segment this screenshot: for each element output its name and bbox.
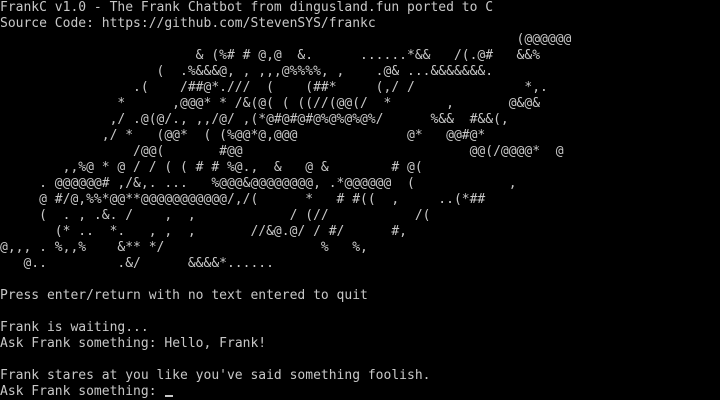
ascii-art-row: .( /##@*./// ( (##* (,/ / *,. — [0, 80, 548, 95]
ascii-art-row: ( . , .&. / , , / (// /( — [0, 208, 431, 223]
frank-status: Frank is waiting... — [0, 320, 149, 335]
previous-exchange: Ask Frank something: Hello, Frank! — [0, 336, 720, 352]
ascii-art-row: & (%# # @,@ &. ......*&& /(.@# &&% — [0, 48, 541, 63]
ascii-art-row: @ #/@,%%*@@**@@@@@@@@@@@/,/( * # #(( , .… — [0, 192, 486, 207]
source-code-line: Source Code: https://github.com/StevenSY… — [0, 16, 376, 31]
ask-prompt-label: Ask Frank something: — [0, 336, 165, 351]
ascii-art-row: ,/ .@(@/., ,,/@/ ,(*@#@#@#@%@%@%@%/ %&& … — [0, 112, 509, 127]
ask-prompt-label: Ask Frank something: — [0, 384, 165, 399]
active-prompt[interactable]: Ask Frank something: — [0, 384, 720, 400]
frank-reply: Frank stares at you like you've said som… — [0, 368, 431, 383]
ascii-art-row: ,/ * (@@* ( (%@@*@,@@@ @* @@#@* — [0, 128, 486, 143]
frank-ascii-art: (@@@@@@ & (%# # @,@ &. ......*&& /(.@# &… — [0, 32, 720, 272]
ascii-art-row: . @@@@@@# ,/&,. ... %@@@&@@@@@@@@, .*@@@… — [0, 176, 517, 191]
ascii-art-row: (@@@@@@ — [0, 32, 572, 47]
text-cursor — [165, 395, 174, 397]
ascii-art-row: ( .%&&&@, , ,,,@%%%%, , .@& ...&&&&&&&. — [0, 64, 494, 79]
ascii-art-row: (* .. *. , , , //&@.@/ / #/ #, — [0, 224, 407, 239]
user-message: Hello, Frank! — [164, 336, 267, 351]
ascii-art-row: /@@( #@@ @@(/@@@@* @ — [0, 144, 564, 159]
ascii-art-row: @.. .&/ &&&&*...... — [0, 256, 274, 271]
quit-instructions: Press enter/return with no text entered … — [0, 288, 368, 303]
ascii-art-row: ,,%@ * @ / / ( ( # # %@., & @ & # @( — [0, 160, 423, 175]
ascii-art-row: @,,, . %,,% &** */ % %, — [0, 240, 368, 255]
terminal-window[interactable]: FrankC v1.0 - The Frank Chatbot from din… — [0, 0, 720, 400]
ascii-art-row: * ,@@@* * /&(@( ( ((//(@@(/ * , @&@& — [0, 96, 541, 111]
title-line: FrankC v1.0 - The Frank Chatbot from din… — [0, 0, 494, 15]
